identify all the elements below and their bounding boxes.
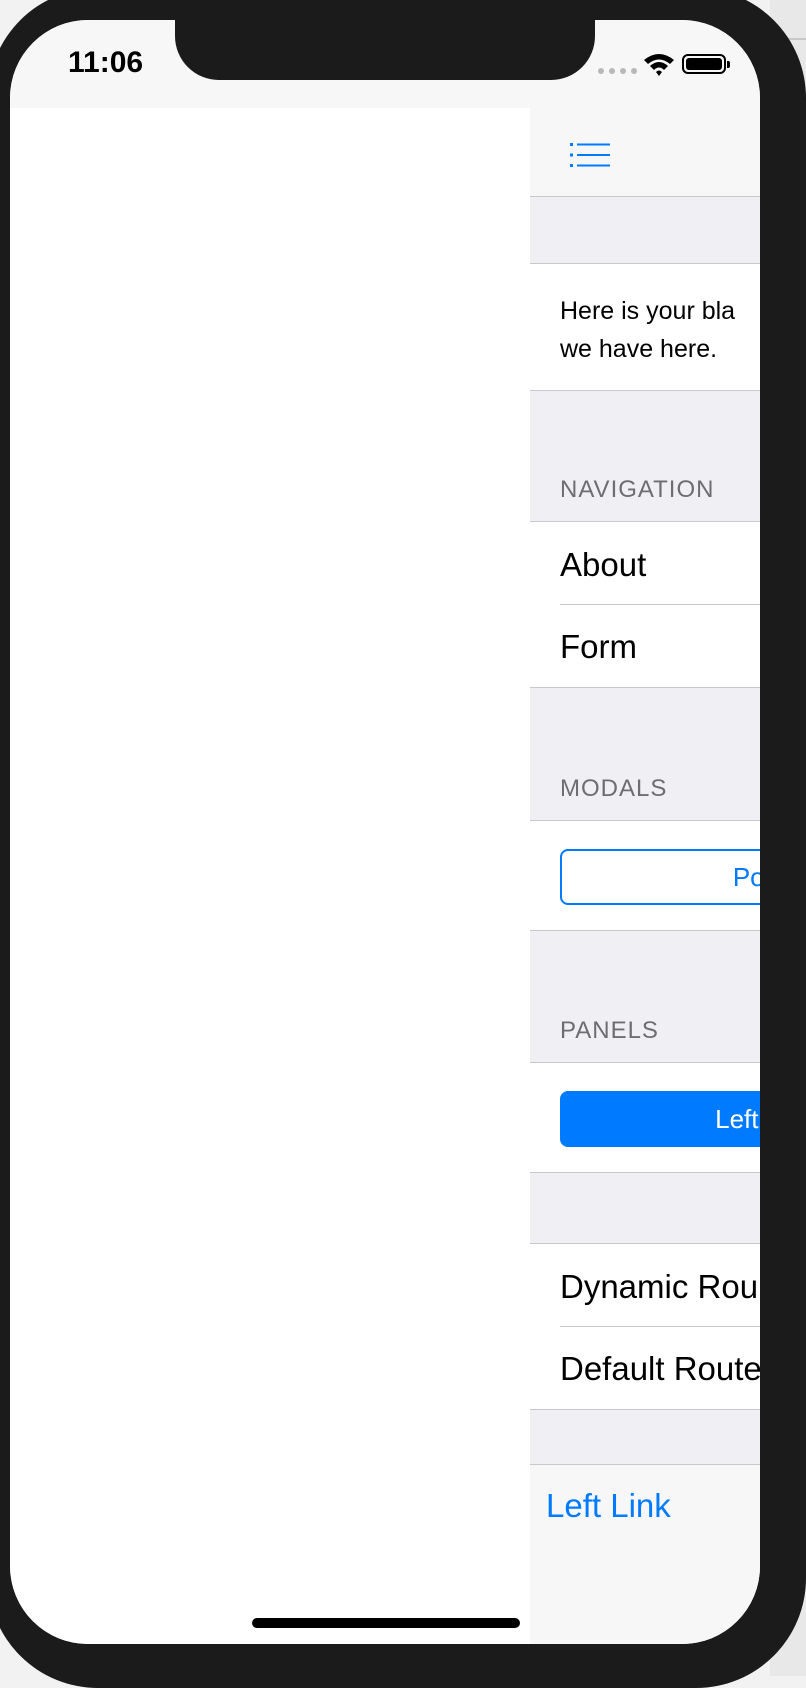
list-separator xyxy=(560,604,760,605)
section-title-navigation: NAVIGATION xyxy=(560,476,715,503)
status-time: 11:06 xyxy=(68,46,144,79)
wifi-icon xyxy=(644,54,674,76)
list-item-form[interactable]: Form xyxy=(560,628,637,666)
device-notch xyxy=(175,20,595,80)
status-bar: 11:06 xyxy=(10,20,760,108)
list-item-dynamic-route[interactable]: Dynamic Rou xyxy=(560,1268,758,1306)
navigation-list: About Form xyxy=(530,521,760,688)
panels-block: Left Pan xyxy=(530,1062,760,1173)
menu-icon[interactable] xyxy=(570,142,610,168)
popup-button[interactable]: Popup xyxy=(560,849,760,905)
left-link[interactable]: Left Link xyxy=(546,1487,671,1525)
modals-block: Popup xyxy=(530,820,760,931)
list-item-about[interactable]: About xyxy=(560,546,646,584)
battery-icon xyxy=(682,54,730,74)
side-panel: Here is your bla we have here. NAVIGATIO… xyxy=(530,108,760,1644)
panel-navbar xyxy=(530,108,760,197)
intro-text: Here is your bla we have here. xyxy=(560,292,735,368)
cellular-signal-icon xyxy=(598,68,637,74)
main-view-area[interactable] xyxy=(10,108,530,1644)
section-title-modals: MODALS xyxy=(560,775,668,802)
panel-toolbar: Left Link xyxy=(530,1464,760,1644)
device-screen: 11:06 Here is your bla we have here. NAV… xyxy=(10,20,760,1644)
list-separator xyxy=(560,1326,760,1327)
intro-block: Here is your bla we have here. xyxy=(530,263,760,391)
intro-text-line-2: we have here. xyxy=(560,335,718,363)
left-panel-button[interactable]: Left Pan xyxy=(560,1091,760,1147)
intro-text-line-1: Here is your bla xyxy=(560,297,736,325)
device-frame: 11:06 Here is your bla we have here. NAV… xyxy=(0,0,806,1688)
routes-list: Dynamic Rou Default Route xyxy=(530,1243,760,1410)
section-title-panels: PANELS xyxy=(560,1017,659,1044)
list-item-default-route[interactable]: Default Route xyxy=(560,1350,760,1388)
home-indicator[interactable] xyxy=(252,1618,520,1628)
